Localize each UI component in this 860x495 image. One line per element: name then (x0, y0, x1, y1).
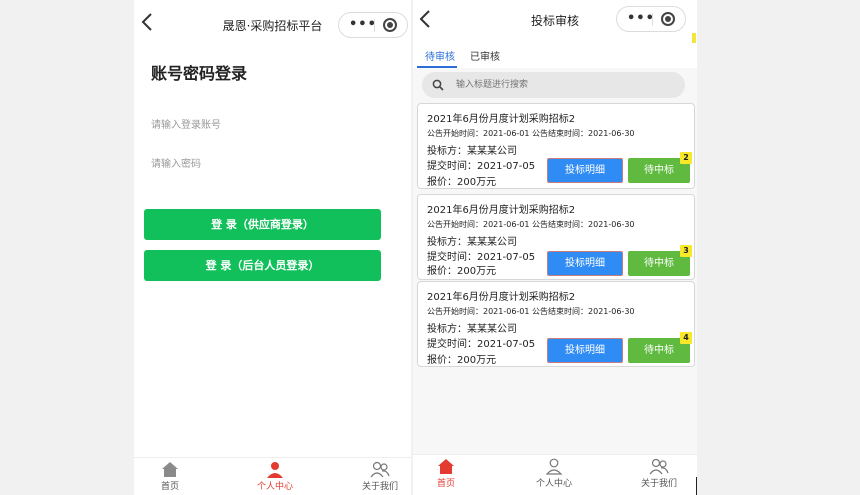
review-tabs: 待审核 已审核 (413, 44, 697, 68)
navbar: 投标审核 ••• (413, 0, 697, 44)
tab-about-label: 关于我们 (361, 482, 398, 492)
price: 报价：200万元 (427, 355, 497, 366)
price: 报价：200万元 (427, 266, 497, 277)
tabbar: 首页 个人中心 关于我们 (413, 454, 697, 495)
announce-dates: 公告开始时间：2021-06-01 公告结束时间：2021-06-30 (427, 220, 635, 229)
active-tab-indicator (417, 66, 457, 68)
tab-profile[interactable]: 个人中心 (524, 458, 584, 489)
tab-pending[interactable]: 待审核 (425, 48, 455, 63)
edge-divider (696, 477, 697, 495)
submit-time: 提交时间：2021-07-05 (427, 252, 536, 263)
bid-card: 2021年6月份月度计划采购招标2 公告开始时间：2021-06-01 公告结束… (417, 103, 695, 189)
submit-time: 提交时间：2021-07-05 (427, 161, 536, 172)
count-badge: 2 (680, 152, 692, 164)
more-dots-icon[interactable]: ••• (349, 17, 377, 32)
close-target-icon[interactable] (661, 12, 675, 26)
tab-home-label: 首页 (160, 482, 179, 492)
capsule-divider (374, 19, 375, 32)
announce-dates: 公告开始时间：2021-06-01 公告结束时间：2021-06-30 (427, 307, 635, 316)
tab-profile-label: 个人中心 (535, 479, 572, 489)
submit-time: 提交时间：2021-07-05 (427, 339, 536, 350)
tab-about-label: 关于我们 (640, 479, 677, 489)
more-dots-icon[interactable]: ••• (627, 11, 655, 26)
price: 报价：200万元 (427, 177, 497, 188)
tab-home[interactable]: 首页 (140, 461, 200, 492)
tabbar: 首页 个人中心 关于我们 (134, 457, 411, 495)
search-bar[interactable] (422, 72, 685, 98)
pending-win-label: 待中标 (644, 165, 674, 176)
bid-card: 2021年6月份月度计划采购招标2 公告开始时间：2021-06-01 公告结束… (417, 194, 695, 280)
close-target-icon[interactable] (383, 18, 397, 32)
supplier-login-button[interactable]: 登 录（供应商登录） (144, 209, 381, 240)
tab-profile-label: 个人中心 (256, 482, 293, 492)
mini-program-capsule: ••• (616, 6, 686, 32)
bid-detail-button[interactable]: 投标明细 (547, 158, 623, 183)
bid-detail-button[interactable]: 投标明细 (547, 338, 623, 363)
tab-reviewed[interactable]: 已审核 (470, 48, 500, 63)
tab-home-label: 首页 (436, 479, 455, 489)
pending-win-label: 待中标 (644, 258, 674, 269)
bid-review-screen: 投标审核 ••• 待审核 已审核 2021年6月份月度计划采购招标2 公告开始时… (413, 0, 697, 495)
group-icon (370, 461, 390, 478)
count-badge: 4 (680, 332, 692, 344)
tab-home[interactable]: 首页 (416, 458, 476, 489)
search-icon (432, 79, 444, 91)
pending-win-button[interactable]: 待中标 4 (628, 332, 692, 363)
tab-about[interactable]: 关于我们 (629, 458, 689, 489)
count-badge: 3 (680, 245, 692, 257)
bid-title: 2021年6月份月度计划采购招标2 (427, 292, 576, 303)
user-icon (545, 458, 563, 475)
pending-win-label: 待中标 (644, 345, 674, 356)
announce-dates: 公告开始时间：2021-06-01 公告结束时间：2021-06-30 (427, 129, 635, 138)
search-input[interactable] (456, 78, 666, 92)
login-title: 账号密码登录 (151, 64, 248, 83)
bidder: 投标方：某某某公司 (427, 237, 517, 248)
bid-title: 2021年6月份月度计划采购招标2 (427, 205, 576, 216)
bid-card: 2021年6月份月度计划采购招标2 公告开始时间：2021-06-01 公告结束… (417, 281, 695, 367)
login-screen: 晟恩·采购招标平台 ••• 账号密码登录 请输入登录账号 请输入密码 登 录（供… (134, 0, 411, 495)
scroll-marker (692, 33, 696, 43)
user-icon (267, 462, 283, 478)
bidder: 投标方：某某某公司 (427, 324, 517, 335)
bidder: 投标方：某某某公司 (427, 146, 517, 157)
admin-login-button[interactable]: 登 录（后台人员登录） (144, 250, 381, 281)
tab-profile[interactable]: 个人中心 (245, 461, 305, 492)
navbar: 晟恩·采购招标平台 ••• (134, 0, 411, 44)
mini-program-capsule: ••• (338, 12, 408, 38)
pending-win-button[interactable]: 待中标 2 (628, 152, 692, 183)
password-input[interactable]: 请输入密码 (151, 153, 391, 177)
home-icon (438, 459, 454, 474)
capsule-divider (652, 13, 653, 26)
tab-about[interactable]: 关于我们 (350, 461, 410, 492)
bid-detail-button[interactable]: 投标明细 (547, 251, 623, 276)
pending-win-button[interactable]: 待中标 3 (628, 245, 692, 276)
group-icon (649, 458, 669, 475)
home-icon (162, 462, 178, 477)
bid-title: 2021年6月份月度计划采购招标2 (427, 114, 576, 125)
account-input[interactable]: 请输入登录账号 (151, 114, 391, 138)
